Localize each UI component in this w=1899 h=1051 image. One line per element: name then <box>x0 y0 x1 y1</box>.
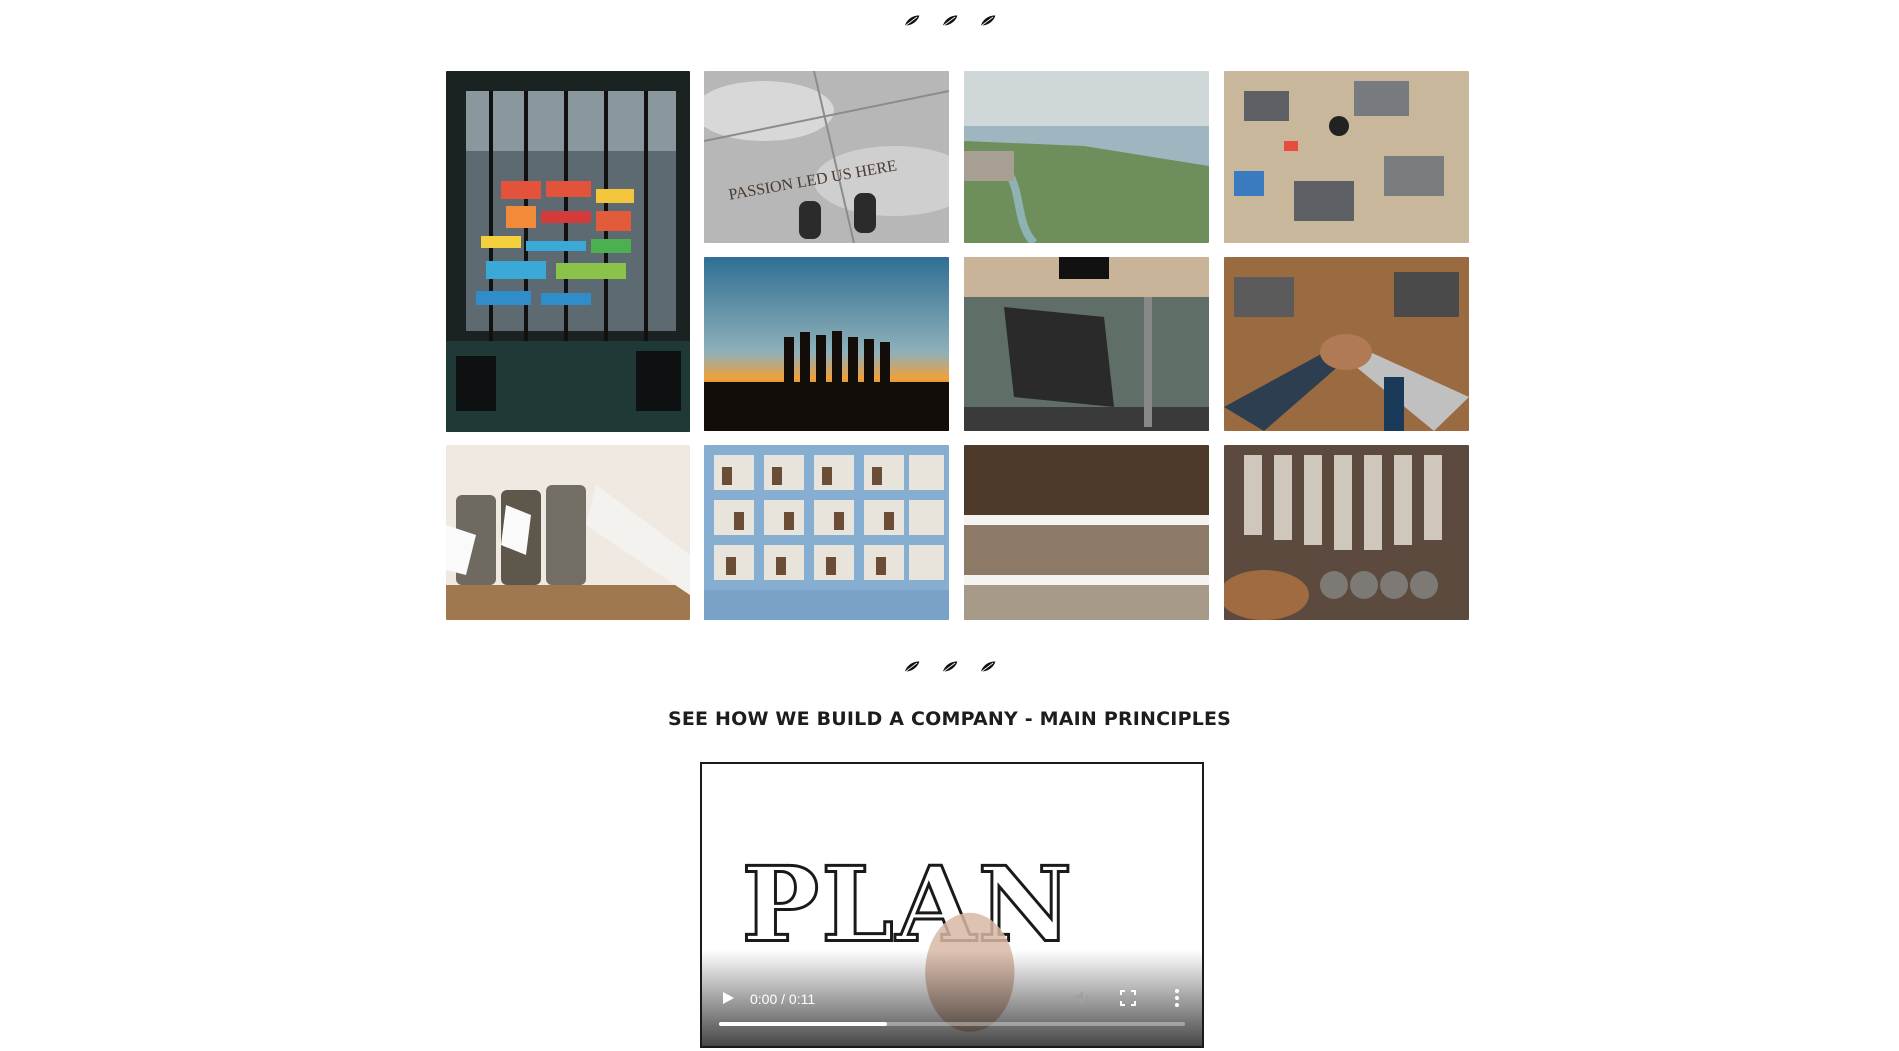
video-controls: 0:00 / 0:11 <box>702 950 1202 1046</box>
fullscreen-icon[interactable] <box>1120 990 1136 1006</box>
spice-jars-shelves-photo[interactable] <box>964 445 1209 620</box>
desk-laptops-topdown-photo[interactable] <box>1224 71 1469 243</box>
leaf-icon <box>978 660 997 674</box>
office-sticky-notes-photo[interactable] <box>446 71 690 432</box>
play-icon[interactable] <box>720 990 736 1006</box>
video-progress-fill <box>719 1022 887 1026</box>
leaf-divider-middle <box>0 660 1899 674</box>
apothecary-blue-shelves-photo[interactable] <box>704 445 949 620</box>
volume-icon[interactable] <box>1072 989 1092 1007</box>
leaf-icon <box>978 14 997 28</box>
video-progress-bar[interactable] <box>719 1022 1185 1026</box>
tea-dispensers-photo[interactable] <box>1224 445 1469 620</box>
more-vert-icon[interactable] <box>1174 988 1180 1008</box>
leaf-icon <box>940 14 959 28</box>
video-time-display: 0:00 / 0:11 <box>750 991 816 1007</box>
leaf-icon <box>902 660 921 674</box>
video-player[interactable]: PLAN 0:00 / 0:11 <box>700 762 1204 1048</box>
leaf-icon <box>940 660 959 674</box>
city-coastline-aerial-photo[interactable] <box>964 71 1209 243</box>
leaf-icon <box>902 14 921 28</box>
team-sunset-silhouette-photo[interactable] <box>704 257 949 431</box>
office-desk-window-view-photo[interactable] <box>964 257 1209 431</box>
leaf-divider-top <box>0 14 1899 28</box>
section-title: SEE HOW WE BUILD A COMPANY - MAIN PRINCI… <box>667 708 1232 730</box>
team-fist-bump-photo[interactable] <box>1224 257 1469 431</box>
tea-jars-shelf-hand-photo[interactable] <box>446 445 690 620</box>
video-poster-text: PLAN <box>742 845 1074 966</box>
photo-gallery: PASSION LED US HERE <box>446 71 1469 620</box>
passion-led-us-here-photo[interactable]: PASSION LED US HERE <box>704 71 949 243</box>
